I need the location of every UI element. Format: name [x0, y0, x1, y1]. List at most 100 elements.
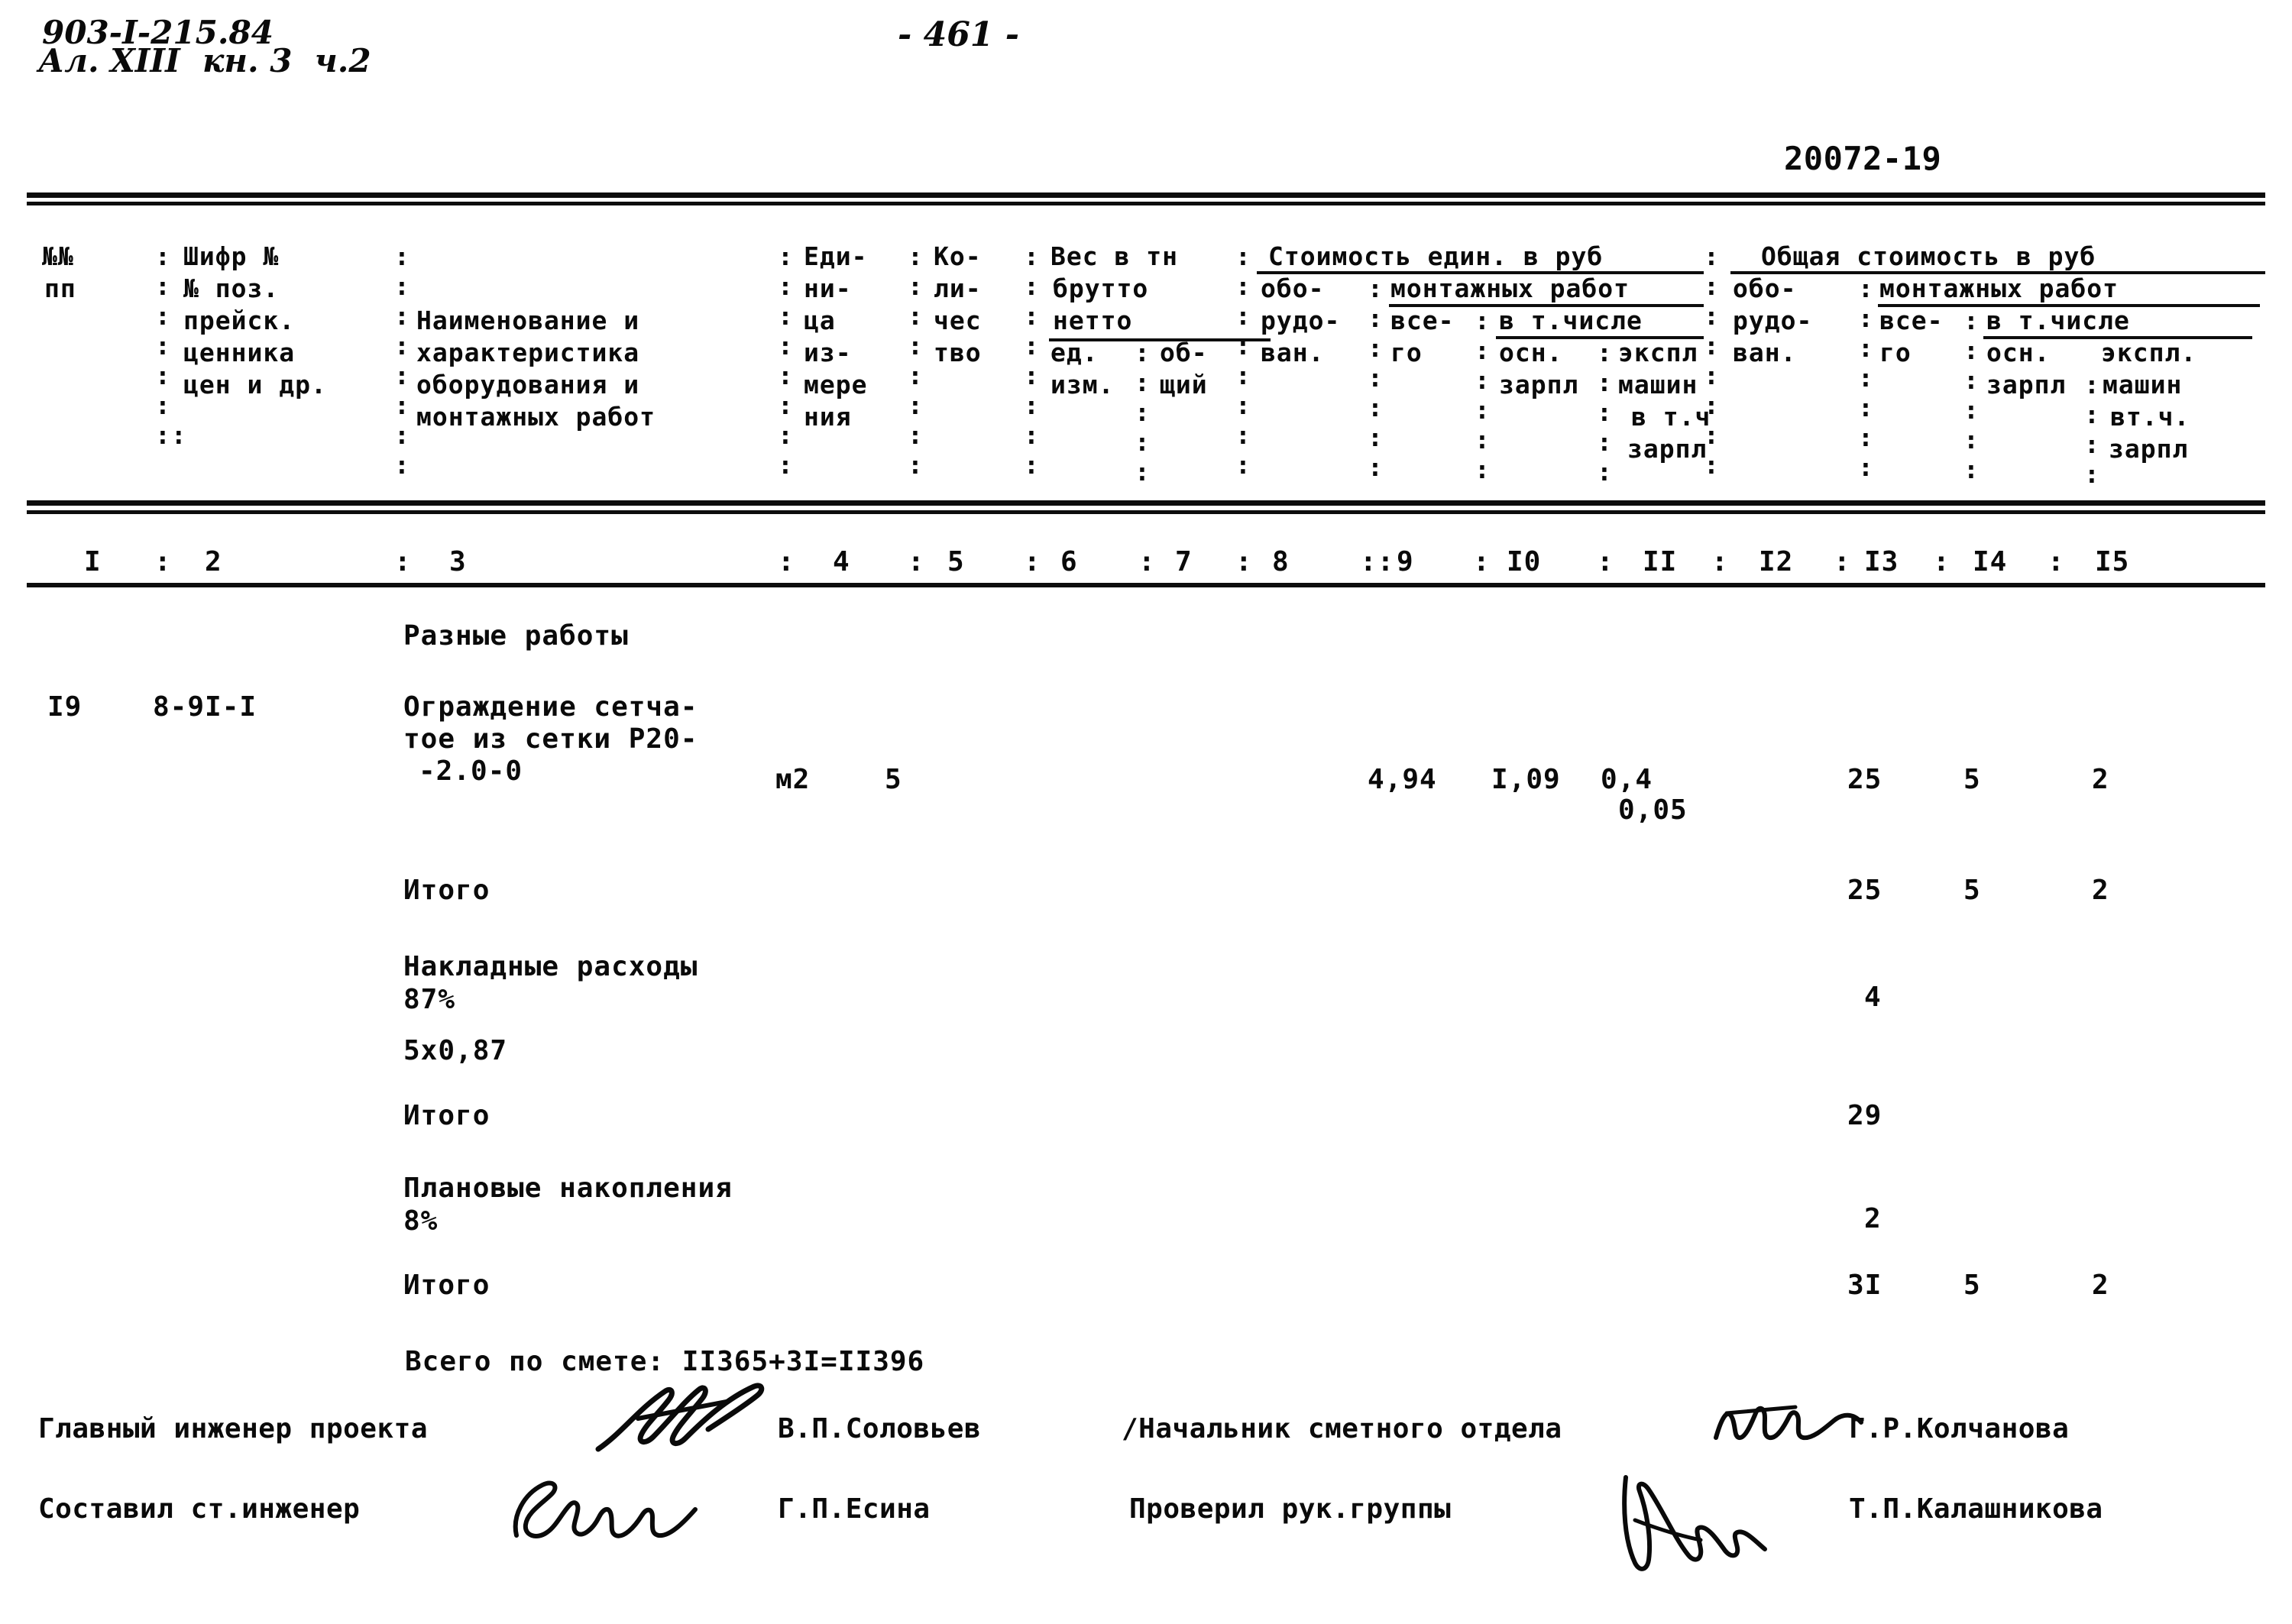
th-all-line1: все-	[1390, 306, 1455, 335]
row-qty: 5	[885, 764, 902, 795]
row-col10: I,09	[1491, 764, 1561, 795]
colnum-7: 7	[1175, 546, 1193, 577]
th-all2-line1: все-	[1879, 306, 1944, 335]
th-expl2-line3: вт.ч.	[2110, 402, 2190, 432]
colnum-12: I2	[1759, 546, 1794, 577]
colnum-sep-10: :	[1597, 546, 1614, 577]
overhead-formula: 5х0,87	[403, 1035, 508, 1066]
th-cipher-line5: цен и др.	[183, 370, 327, 400]
colnum-sep-2: :	[394, 546, 412, 577]
sheet-code: 20072-19	[1784, 140, 1942, 177]
th-expl-line2: машин	[1618, 370, 1698, 400]
signature-mark-checker	[1622, 1475, 1767, 1571]
sig-right-name-1: Г.Р.Колчанова	[1849, 1413, 2070, 1444]
album-line: Ал. XIII кн. 3 ч.2	[38, 42, 371, 79]
th-qty-line3: чес	[934, 306, 982, 335]
th-all2-line2: го	[1879, 338, 1912, 367]
th-equip-line3: ван.	[1261, 338, 1325, 367]
row-code: 8-9I-I	[153, 691, 257, 723]
th-name-line2: характеристика	[416, 338, 640, 367]
subtotal1-col13: 25	[1847, 875, 1882, 906]
sig-left-name-1: В.П.Соловьев	[778, 1413, 982, 1444]
th-equip-line1: обо-	[1261, 273, 1325, 303]
row-col11-sub: 0,05	[1618, 794, 1688, 826]
sep-col3-col4: : : : : : : : :	[778, 241, 794, 480]
colnum-sep-1: :	[154, 546, 172, 577]
th-expl-line1: экспл	[1618, 338, 1698, 367]
subtotal3-col13: 3I	[1847, 1270, 1882, 1301]
row-col14: 5	[1963, 764, 1981, 795]
th-cipher-line2: № поз.	[183, 273, 280, 303]
colnum-3: 3	[449, 546, 467, 577]
th-unit-line6: ния	[804, 402, 852, 432]
subtotal3-label: Итого	[403, 1270, 490, 1301]
sep-col10-col11: : : : : :	[1597, 338, 1613, 487]
subtotal1-col15: 2	[2092, 875, 2109, 906]
table-top-rule-2	[27, 202, 2265, 205]
th-qty-line2: ли-	[934, 273, 982, 303]
table-top-rule	[27, 192, 2265, 198]
th-name-line4: монтажных работ	[416, 402, 656, 432]
sep-col1-col2: : : : : : : ::	[155, 241, 187, 450]
th-name-line3: оборудования и	[416, 370, 640, 400]
th-equip-line2: рудо-	[1261, 306, 1341, 335]
th-osn2-line1: осн.	[1986, 338, 2051, 367]
sig-left-role-1: Главный инженер проекта	[38, 1413, 428, 1444]
colnum-sep-14: :	[2048, 546, 2065, 577]
colnum-4: 4	[833, 546, 850, 577]
row-col9: 4,94	[1368, 764, 1437, 795]
overhead-percent: 87%	[403, 984, 456, 1015]
th-included2: в т.числе	[1986, 306, 2130, 335]
colnum-15: I5	[2095, 546, 2130, 577]
colnum-sep-13: :	[1933, 546, 1950, 577]
th-unit-line3: ца	[804, 306, 836, 335]
table-header-bottom-rule-2	[27, 510, 2265, 514]
colnum-2: 2	[205, 546, 222, 577]
th-weight-netto: нетто	[1053, 306, 1133, 335]
th-qty-line1: Ко-	[934, 241, 982, 271]
th-expl2-line1: экспл.	[2101, 338, 2197, 367]
profit-col13: 2	[1864, 1203, 1882, 1234]
th-osn2-line2: зарпл	[1986, 370, 2067, 400]
sig-left-role-2: Составил ст.инженер	[38, 1493, 361, 1525]
subtotal3-col14: 5	[1963, 1270, 1981, 1301]
th-mount-works: монтажных работ	[1390, 273, 1630, 303]
th-all-line2: го	[1390, 338, 1423, 367]
sep-col13-col14: : : : : : :	[1963, 306, 1980, 484]
sep-col7-col8: : : : : : : : :	[1235, 241, 1251, 480]
row-name-line3: -2.0-0	[419, 755, 523, 787]
colnum-9: 9	[1397, 546, 1414, 577]
page-marker: - 461 -	[898, 15, 1020, 54]
th-expl-line3: в т.ч	[1631, 402, 1711, 432]
sig-right-role-2: Проверил рук.группы	[1129, 1493, 1452, 1525]
colnum-sep-6: :	[1138, 546, 1156, 577]
th-obshiy-line2: щий	[1160, 370, 1208, 400]
th-mount-works2: монтажных работ	[1879, 273, 2119, 303]
colnum-sep-9: :	[1473, 546, 1491, 577]
row-name-line2: тое из сетки Р20-	[403, 723, 698, 755]
th-cipher-line1: Шифр №	[183, 241, 280, 271]
th-equip2-line2: рудо-	[1733, 306, 1813, 335]
colnum-sep-3: :	[778, 546, 795, 577]
th-weight-group: Вес в тн	[1050, 241, 1178, 271]
profit-label: Плановые накопления	[403, 1173, 733, 1204]
th-equip2-line3: ван.	[1733, 338, 1797, 367]
th-osn-line2: зарпл	[1499, 370, 1579, 400]
th-unit-line1: Еди-	[804, 241, 868, 271]
th-unit-line5: мере	[804, 370, 868, 400]
overhead-col13: 4	[1864, 982, 1882, 1013]
th-equip2-line1: обо-	[1733, 273, 1797, 303]
colnum-sep-4: :	[908, 546, 925, 577]
section-title: Разные работы	[403, 620, 629, 652]
colnum-sep-7: :	[1235, 546, 1253, 577]
th-ed-line2: изм.	[1050, 370, 1115, 400]
th-pp-line1: №№	[42, 241, 74, 271]
colnum-bottom-rule	[27, 583, 2265, 587]
th-cipher-line3: прейск.	[183, 306, 296, 335]
th-unit-cost-group: Стоимость един. в руб	[1268, 241, 1604, 271]
th-expl-line4: зарпл	[1627, 434, 1708, 464]
subtotal1-col14: 5	[1963, 875, 1981, 906]
colnum-6: 6	[1060, 546, 1078, 577]
sep-col2-col3: : : : : : : : :	[394, 241, 410, 480]
th-included: в т.числе	[1499, 306, 1643, 335]
